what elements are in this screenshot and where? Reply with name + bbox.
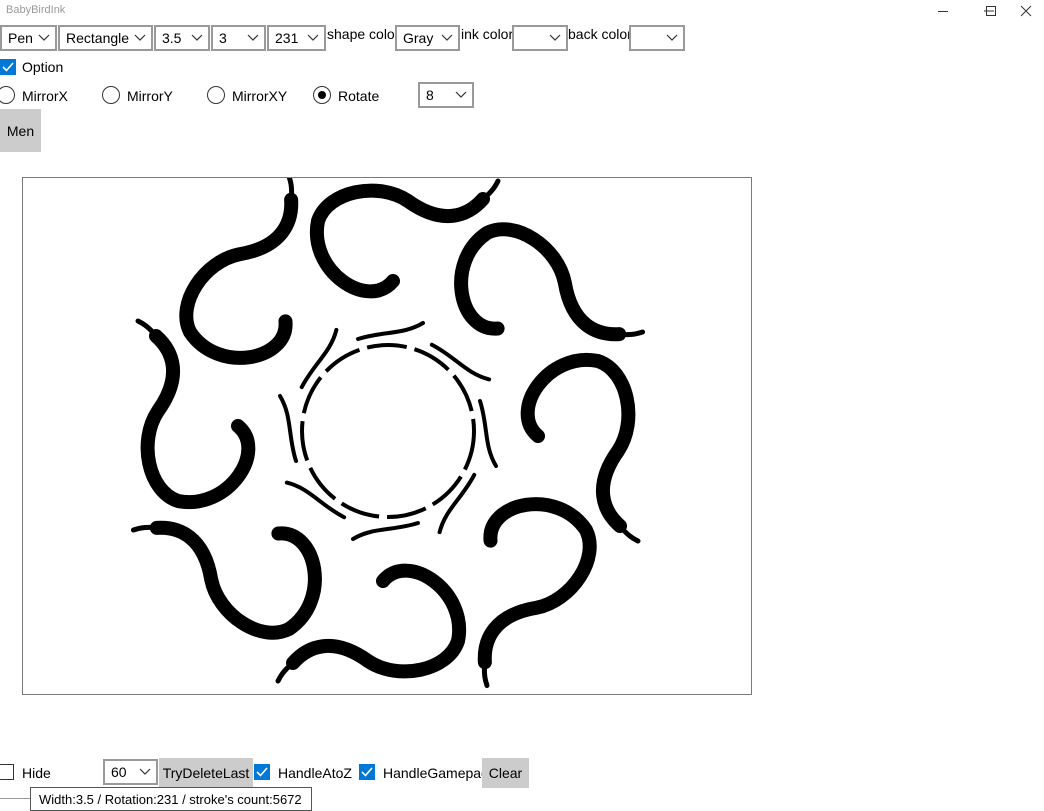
- chevron-down-icon: [544, 27, 566, 49]
- status-divider: [0, 798, 30, 799]
- handle-atoz-label: HandleAtoZ: [278, 765, 352, 781]
- hide-label: Hide: [22, 765, 51, 781]
- ink-canvas[interactable]: [22, 173, 752, 695]
- rotation-select[interactable]: 231: [267, 25, 326, 51]
- chevron-down-icon: [436, 27, 458, 49]
- checkmark-icon: [256, 767, 268, 777]
- rotate-radio[interactable]: [313, 86, 331, 104]
- close-control[interactable]: [1008, 0, 1044, 22]
- chevron-down-icon: [129, 27, 151, 49]
- checkmark-icon: [361, 767, 373, 777]
- ink-drawing: [130, 173, 646, 689]
- hide-checkbox[interactable]: [0, 764, 14, 780]
- size-select[interactable]: 3: [211, 25, 266, 51]
- mirrorx-label: MirrorX: [22, 88, 68, 104]
- size-select-value: 3: [219, 30, 227, 46]
- option-checkbox[interactable]: [0, 59, 16, 75]
- chevron-down-icon: [242, 27, 264, 49]
- mirrorxy-label: MirrorXY: [232, 88, 288, 104]
- back-color-label: back color: [568, 26, 632, 42]
- ink-color-select[interactable]: [512, 25, 568, 51]
- shape-select-value: Rectangle: [66, 30, 129, 46]
- handle-gamepad-label: HandleGamepad: [383, 765, 489, 781]
- ink-color-label: ink color: [461, 26, 514, 42]
- shape-color-value: Gray: [403, 30, 434, 46]
- interval-value: 60: [111, 764, 127, 780]
- try-delete-last-button[interactable]: TryDeleteLast: [159, 758, 253, 788]
- mirrorxy-radio[interactable]: [207, 86, 225, 104]
- tool-select-value: Pen: [8, 30, 33, 46]
- chevron-down-icon: [33, 27, 55, 49]
- rotation-select-value: 231: [275, 30, 299, 46]
- maximize-icon: [986, 6, 996, 16]
- back-color-select[interactable]: [629, 25, 685, 51]
- chevron-down-icon: [450, 84, 472, 106]
- window-title: BabyBirdInk: [6, 4, 66, 16]
- handle-atoz-checkbox[interactable]: [254, 764, 270, 780]
- radio-selected-dot: [318, 91, 326, 99]
- tool-select[interactable]: Pen: [0, 25, 57, 51]
- option-label: Option: [22, 59, 64, 75]
- rotate-label: Rotate: [338, 88, 380, 104]
- mirrory-radio[interactable]: [102, 86, 120, 104]
- interval-select[interactable]: 60: [103, 759, 158, 785]
- ink-stroke: [300, 343, 476, 519]
- chevron-down-icon: [134, 761, 156, 783]
- shape-color-label: shape color: [327, 26, 400, 42]
- shape-select[interactable]: Rectangle: [58, 25, 153, 51]
- close-icon: [1020, 5, 1032, 17]
- minimize-icon: [938, 11, 948, 12]
- menu-button[interactable]: Men: [0, 109, 41, 152]
- chevron-down-icon: [302, 27, 324, 49]
- rotate-count-select[interactable]: 8: [418, 82, 474, 108]
- clear-button[interactable]: Clear: [482, 758, 529, 788]
- width-select[interactable]: 3.5: [154, 25, 210, 51]
- shape-color-select[interactable]: Gray: [395, 25, 460, 51]
- chevron-down-icon: [186, 27, 208, 49]
- mirrorx-radio[interactable]: [0, 86, 15, 104]
- chevron-down-icon: [661, 27, 683, 49]
- minimize-control[interactable]: [920, 0, 966, 22]
- checkmark-icon: [2, 62, 14, 72]
- width-select-value: 3.5: [162, 30, 182, 46]
- status-text: Width:3.5 / Rotation:231 / stroke's coun…: [30, 787, 312, 811]
- handle-gamepad-checkbox[interactable]: [359, 764, 375, 780]
- mirrory-label: MirrorY: [127, 88, 173, 104]
- rotate-count-value: 8: [426, 87, 434, 103]
